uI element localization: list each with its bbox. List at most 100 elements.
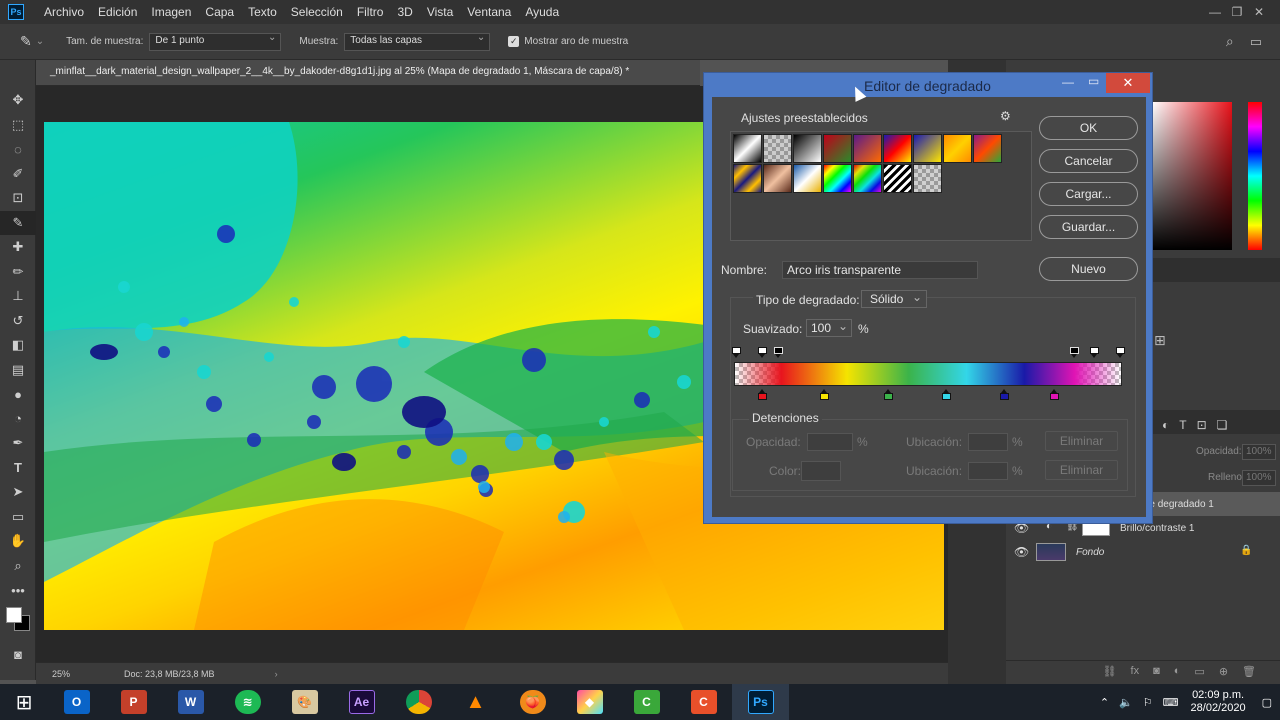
opacity-stop[interactable] <box>1070 347 1079 359</box>
eraser-tool-icon[interactable]: ◧ <box>0 333 36 358</box>
trash-icon[interactable]: 🗑 <box>1242 665 1256 684</box>
opacity-field[interactable] <box>807 433 853 451</box>
preset-swatch[interactable] <box>793 134 822 163</box>
history-brush-icon[interactable]: ↺ <box>0 309 36 334</box>
opacity-location-field[interactable] <box>968 433 1008 451</box>
pen-tool-icon[interactable]: ✒ <box>0 431 36 456</box>
load-button[interactable]: Cargar... <box>1039 182 1138 206</box>
healing-tool-icon[interactable]: ✚ <box>0 235 36 260</box>
taskbar-camtasia-orange[interactable]: C <box>675 684 732 720</box>
dialog-maximize-icon[interactable]: ▭ <box>1088 74 1099 88</box>
menu-3d[interactable]: 3D <box>397 5 412 19</box>
zoom-level[interactable]: 25% <box>52 669 70 679</box>
color-stop[interactable] <box>884 389 893 400</box>
preset-swatch[interactable] <box>913 164 942 193</box>
show-ring-checkbox[interactable]: ✓ <box>508 36 520 47</box>
add-mask-icon[interactable]: ◙ <box>1153 665 1160 684</box>
cancel-button[interactable]: Cancelar <box>1039 149 1138 173</box>
eyedropper-icon[interactable]: ✎ <box>20 33 32 50</box>
fill-field[interactable]: 100% <box>1242 470 1276 486</box>
marquee-tool-icon[interactable]: ⬚ <box>0 113 36 138</box>
name-input[interactable]: Arco iris transparente <box>782 261 978 279</box>
hand-tool-icon[interactable]: ✋ <box>0 529 36 554</box>
color-swatches[interactable] <box>0 603 35 643</box>
preset-swatch[interactable] <box>883 164 912 193</box>
menu-filtro[interactable]: Filtro <box>357 5 384 19</box>
taskbar-camtasia-green[interactable]: C <box>618 684 675 720</box>
preset-swatch[interactable] <box>853 134 882 163</box>
shape-tool-icon[interactable]: ▭ <box>0 505 36 530</box>
system-clock[interactable]: 02:09 p.m. 28/02/2020 <box>1191 689 1246 715</box>
minimize-icon[interactable]: — <box>1204 5 1226 19</box>
gradient-type-select[interactable]: Sólido ⌄ <box>861 290 927 308</box>
menu-capa[interactable]: Capa <box>205 5 234 19</box>
preset-swatch[interactable] <box>883 134 912 163</box>
taskbar-paint[interactable]: 🎨 <box>276 684 333 720</box>
brush-tool-icon[interactable]: ✏ <box>0 260 36 285</box>
new-adjustment-icon[interactable]: ◐ <box>1174 665 1181 684</box>
tool-preset-chevron-icon[interactable]: ⌄ <box>36 36 44 47</box>
gradient-tool-icon[interactable]: ▤ <box>0 358 36 383</box>
delete-opacity-stop-button[interactable]: Eliminar <box>1045 431 1118 451</box>
smoothness-input[interactable]: 100 ⌄ <box>806 319 852 337</box>
move-tool-icon[interactable]: ✥ <box>0 88 36 113</box>
delete-color-stop-button[interactable]: Eliminar <box>1045 460 1118 480</box>
grid-icon[interactable]: ⊞ <box>1154 332 1166 349</box>
opacity-stop[interactable] <box>1116 347 1125 359</box>
blur-tool-icon[interactable]: ● <box>0 382 36 407</box>
color-location-field[interactable] <box>968 462 1008 480</box>
language-icon[interactable]: ⌨ <box>1163 696 1179 709</box>
zoom-tool-icon[interactable]: ⌕ <box>0 554 36 579</box>
filter-adjust-icon[interactable]: ◐ <box>1162 418 1169 432</box>
presets-gear-icon[interactable]: ⚙ <box>1000 109 1011 123</box>
dodge-tool-icon[interactable]: ◔ <box>0 407 36 432</box>
taskbar-fl-studio[interactable]: 🍑 <box>504 684 561 720</box>
more-tools-icon[interactable]: ••• <box>0 578 36 603</box>
menu-seleccion[interactable]: Selección <box>291 5 343 19</box>
new-button[interactable]: Nuevo <box>1039 257 1138 281</box>
menu-ventana[interactable]: Ventana <box>467 5 511 19</box>
taskbar-outlook[interactable]: O <box>48 684 105 720</box>
taskbar-powerpoint[interactable]: P <box>105 684 162 720</box>
preset-swatch[interactable] <box>763 134 792 163</box>
volume-icon[interactable]: 🔈 <box>1119 696 1133 709</box>
visibility-eye-icon[interactable]: 👁 <box>1014 545 1029 559</box>
menu-texto[interactable]: Texto <box>248 5 277 19</box>
eyedropper-tool-icon[interactable]: ✎ <box>0 210 36 235</box>
color-picker-field[interactable] <box>1152 102 1232 250</box>
taskbar-chrome[interactable] <box>390 684 447 720</box>
path-select-icon[interactable]: ➤ <box>0 480 36 505</box>
filter-shape-icon[interactable]: ⊡ <box>1197 418 1207 432</box>
hue-slider[interactable] <box>1248 102 1262 250</box>
preset-swatch[interactable] <box>793 164 822 193</box>
sample-size-select[interactable]: De 1 punto <box>149 32 282 51</box>
quick-select-tool-icon[interactable]: ✐ <box>0 162 36 187</box>
menu-archivo[interactable]: Archivo <box>44 5 84 19</box>
color-stop[interactable] <box>1050 389 1059 400</box>
fx-icon[interactable]: fx <box>1131 665 1140 684</box>
taskbar-photoshop[interactable]: Ps <box>732 684 789 720</box>
preset-swatch[interactable] <box>943 134 972 163</box>
sample-select[interactable]: Todas las capas <box>344 32 491 51</box>
color-stop[interactable] <box>1000 389 1009 400</box>
menu-edicion[interactable]: Edición <box>98 5 137 19</box>
taskbar-spotify[interactable]: ≋ <box>219 684 276 720</box>
quick-mask-icon[interactable]: ◙ <box>0 643 36 668</box>
opacity-stop[interactable] <box>732 347 741 359</box>
color-stop[interactable] <box>942 389 951 400</box>
ok-button[interactable]: OK <box>1039 116 1138 140</box>
lasso-tool-icon[interactable]: ◌ <box>0 137 36 162</box>
document-tab[interactable]: _minflat__dark_material_design_wallpaper… <box>36 60 700 86</box>
taskbar-vlc[interactable]: ▲ <box>447 684 504 720</box>
link-layers-icon[interactable]: ⛓ <box>1103 665 1117 684</box>
start-button[interactable]: ⊞ <box>0 684 48 720</box>
close-window-icon[interactable]: ✕ <box>1248 5 1270 19</box>
status-chevron-icon[interactable]: › <box>275 669 278 679</box>
preset-swatch[interactable] <box>823 134 852 163</box>
menu-vista[interactable]: Vista <box>427 5 453 19</box>
new-group-icon[interactable]: ▭ <box>1194 665 1204 684</box>
filter-smart-icon[interactable]: ❏ <box>1217 418 1228 432</box>
gradient-preview-bar[interactable] <box>734 362 1122 386</box>
opacity-stop[interactable] <box>758 347 767 359</box>
dialog-minimize-icon[interactable]: — <box>1062 75 1074 89</box>
